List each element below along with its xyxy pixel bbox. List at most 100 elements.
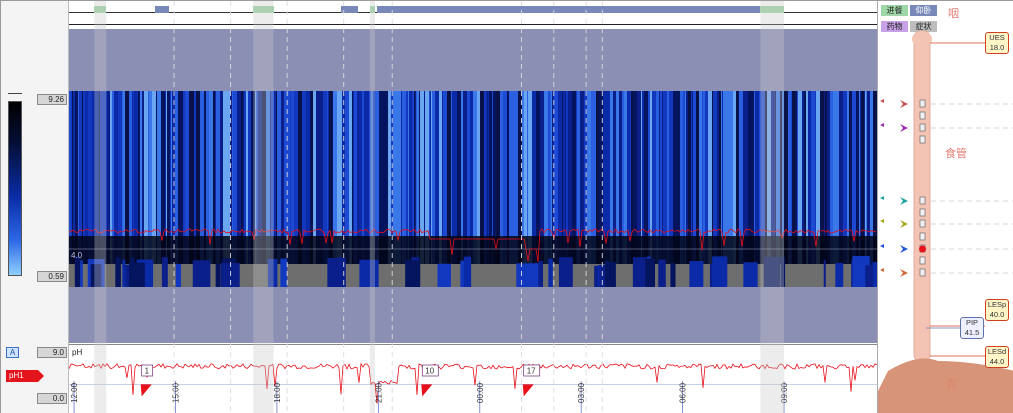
time-tick-label: 18:00 bbox=[273, 382, 282, 403]
ph-sensor-dot bbox=[919, 245, 926, 253]
ph-max-value[interactable]: 9.0 bbox=[37, 347, 67, 358]
event-bar-meal[interactable] bbox=[760, 6, 785, 13]
impedance-colorbar[interactable] bbox=[8, 101, 22, 276]
time-tick-label: 03:00 bbox=[577, 382, 586, 403]
topo-gastric-bolus bbox=[645, 258, 656, 287]
reflux-event-id: 1 bbox=[145, 367, 150, 376]
topo-gastric-bolus bbox=[437, 263, 451, 287]
topo-gastric-bolus bbox=[780, 257, 786, 287]
scale-min-value[interactable]: 0.59 bbox=[37, 271, 67, 282]
topo-gastric-bolus bbox=[712, 256, 728, 287]
topo-gastric-bolus bbox=[359, 259, 379, 287]
topo-gastric-bolus bbox=[689, 260, 704, 287]
ues-marker-value: 18.0 bbox=[989, 43, 1005, 52]
topo-gastric-bolus bbox=[122, 259, 126, 287]
topo-gastric-bolus bbox=[835, 263, 844, 287]
topo-gastric-bolus bbox=[267, 258, 278, 287]
sensor-ring bbox=[919, 196, 926, 205]
scale-panel: 9.26 0.59 A 9.0 pH1 0.0 bbox=[1, 1, 69, 413]
impedance-topography[interactable]: 4.0 bbox=[69, 91, 877, 287]
event-strip[interactable] bbox=[69, 1, 877, 25]
ph-channel-tag[interactable]: pH1 bbox=[6, 370, 44, 382]
event-bar-supine[interactable] bbox=[155, 6, 169, 13]
event-bar-meal[interactable] bbox=[369, 6, 375, 13]
reflux-marker bbox=[140, 384, 152, 397]
lesp-marker[interactable]: LESp 40.0 bbox=[985, 299, 1009, 321]
time-tick-label: 12:00 bbox=[70, 382, 79, 403]
esophagus-label: 食管 bbox=[945, 148, 967, 160]
colorbar-cap bbox=[8, 93, 22, 101]
lesp-marker-name: LESp bbox=[987, 300, 1007, 309]
sensor-left-arrow bbox=[880, 219, 884, 223]
lesd-marker-name: LESd bbox=[987, 347, 1007, 356]
topo-gastric-bolus bbox=[658, 259, 666, 287]
event-bar-meal[interactable] bbox=[94, 6, 107, 13]
topo-gastric-bolus bbox=[558, 257, 573, 287]
reflux-event-id: 10 bbox=[425, 367, 434, 376]
pip-marker[interactable]: PIP 41.5 bbox=[960, 317, 984, 339]
ues-marker[interactable]: UES 18.0 bbox=[985, 32, 1009, 54]
lesd-marker[interactable]: LESd 44.0 bbox=[985, 346, 1009, 368]
topo-dark-band bbox=[69, 236, 877, 264]
topo-gastric-bolus bbox=[709, 263, 713, 287]
sensor-ring bbox=[919, 219, 926, 228]
sensor-chevron bbox=[900, 124, 908, 132]
sensor-chevron bbox=[900, 269, 908, 277]
topo-gastric-bolus bbox=[115, 257, 121, 287]
topography-lower-band bbox=[69, 287, 877, 343]
ph-min-value[interactable]: 0.0 bbox=[37, 393, 67, 404]
topo-gastric-bolus bbox=[743, 262, 758, 287]
topo-gastric-bolus bbox=[175, 263, 182, 287]
topo-gastric-bolus bbox=[670, 263, 676, 287]
ph-label: pH bbox=[72, 348, 82, 357]
sensor-ring bbox=[919, 123, 926, 132]
topo-gastric-bolus bbox=[538, 260, 544, 287]
topo-gastric-bolus bbox=[865, 265, 874, 287]
scale-max-value[interactable]: 9.26 bbox=[37, 94, 67, 105]
topo-gastric-bolus bbox=[405, 260, 421, 287]
pip-marker-value: 41.5 bbox=[964, 328, 980, 337]
topo-gastric-bolus bbox=[327, 257, 346, 287]
topo-gastric-bolus bbox=[192, 260, 211, 287]
reflux-marker bbox=[522, 384, 534, 397]
sensor-ring bbox=[919, 99, 926, 108]
topo-gastric-bolus bbox=[80, 260, 83, 287]
ph-trace bbox=[69, 362, 877, 404]
recording-chart[interactable]: 4.0 pH 4 1 10 17 12:00 15:00 18:00 21:00 00:00 03:… bbox=[69, 1, 877, 413]
ph-trace-plot[interactable]: pH41 10 1712:00 15:00 18:00 21:00 00:00 03:00 06… bbox=[69, 344, 877, 413]
event-bar-supine[interactable] bbox=[376, 6, 761, 13]
sensor-ring bbox=[919, 268, 926, 277]
topography-upper-band bbox=[69, 29, 877, 91]
sensor-left-arrow bbox=[880, 244, 884, 248]
topo-gastric-bolus bbox=[94, 265, 101, 287]
reflux-marker bbox=[421, 384, 433, 397]
anatomy-panel: 进餐 仰卧 药物 症状 咽 食管 胃 UES 18.0 LESp 40.0 PI… bbox=[877, 1, 1013, 413]
sensor-left-arrow bbox=[880, 123, 884, 127]
topo-gastric-bolus bbox=[128, 262, 145, 287]
topo-gastric-bolus bbox=[823, 260, 826, 287]
topo-gastric-bolus bbox=[215, 263, 221, 287]
event-bar-supine[interactable] bbox=[341, 6, 359, 13]
topo-gastric-bolus bbox=[548, 258, 553, 287]
topo-gastric-bolus bbox=[763, 256, 781, 287]
topo-gastric-bolus bbox=[161, 257, 168, 287]
time-tick-label: 21:00 bbox=[374, 382, 383, 403]
sensor-left-arrow bbox=[880, 268, 884, 272]
impedance-ph-viewer: 9.26 0.59 A 9.0 pH1 0.0 4.0 pH 4 1 10 17 12:0… bbox=[0, 0, 1013, 413]
auto-scale-button[interactable]: A bbox=[6, 347, 19, 358]
esophagus-tube bbox=[913, 30, 931, 362]
topo-gastric-bolus bbox=[74, 256, 81, 287]
time-tick-label: 06:00 bbox=[679, 382, 688, 403]
sensor-ring bbox=[919, 111, 926, 120]
topo-gastric-bolus bbox=[220, 263, 240, 287]
sensor-left-arrow bbox=[880, 99, 884, 103]
topo-gastric-bolus bbox=[463, 256, 472, 287]
ues-marker-name: UES bbox=[989, 33, 1005, 42]
sensor-chevron bbox=[900, 100, 908, 108]
sensor-chevron bbox=[900, 220, 908, 228]
topo-gastric-bolus bbox=[337, 257, 343, 287]
event-bar-meal[interactable] bbox=[253, 6, 274, 13]
sensor-chevron bbox=[900, 197, 908, 205]
topo-gastric-bolus bbox=[280, 258, 288, 287]
pharynx-label: 咽 bbox=[948, 8, 959, 20]
